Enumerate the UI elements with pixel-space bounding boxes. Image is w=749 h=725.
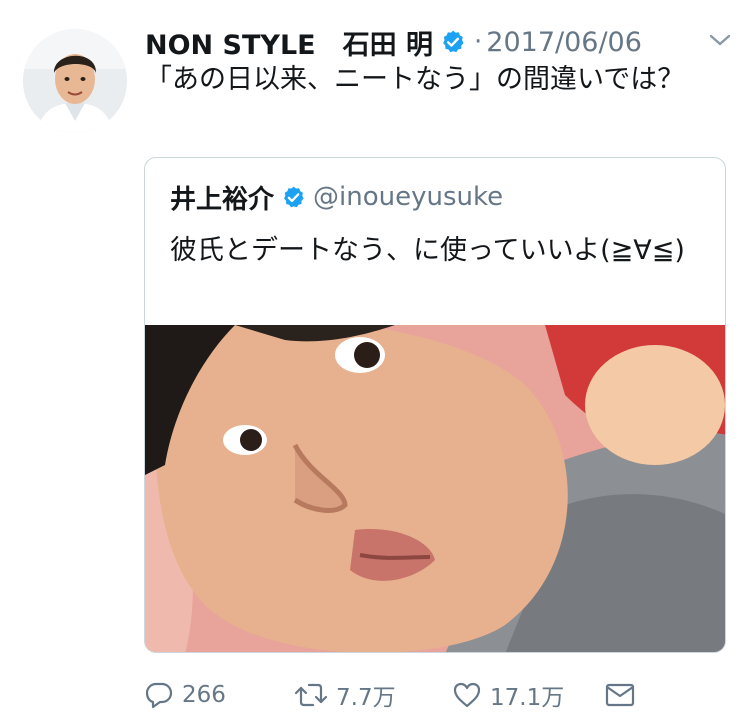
heart-icon (453, 682, 481, 708)
quoted-author-name: 井上裕介 (170, 184, 275, 215)
tweet-header: NON STYLE 石田 明 · 2017/06/06 (145, 23, 701, 62)
envelope-icon (605, 683, 635, 707)
tweet: NON STYLE 石田 明 · 2017/06/06 「あの日以来、ニートなう… (0, 0, 749, 725)
selfie-photo (145, 325, 725, 652)
like-count: 17.1万 (490, 685, 565, 711)
avatar-image (23, 29, 127, 133)
quoted-tweet-header: 井上裕介 @inoueyusuke (170, 180, 504, 215)
verified-badge-icon (284, 186, 304, 207)
direct-message-button[interactable] (604, 675, 636, 715)
like-button[interactable]: 17.1万 (452, 675, 564, 715)
verified-badge-icon (443, 30, 464, 53)
chevron-down-icon[interactable] (709, 33, 731, 47)
retweet-count: 7.7万 (336, 685, 396, 711)
avatar[interactable] (23, 29, 127, 133)
reply-button[interactable]: 266 (144, 675, 226, 715)
meta-separator: · (474, 27, 483, 57)
quoted-handle: @inoueyusuke (313, 182, 504, 212)
reply-count: 266 (182, 682, 226, 708)
tweet-date[interactable]: 2017/06/06 (486, 27, 642, 58)
quoted-tweet-photo[interactable] (145, 325, 725, 652)
tweet-text: 「あの日以来、ニートなう」の間違いでは？ (145, 64, 685, 95)
quoted-tweet[interactable]: 井上裕介 @inoueyusuke 彼氏とデートなう、に使っていいよ(≧∀≦) (144, 157, 726, 653)
action-bar: 266 7.7万 17.1万 (144, 675, 644, 715)
retweet-button[interactable]: 7.7万 (294, 675, 396, 715)
reply-icon (145, 682, 173, 709)
author-name[interactable]: NON STYLE 石田 明 (145, 23, 433, 62)
retweet-icon (294, 683, 328, 707)
quoted-tweet-text: 彼氏とデートなう、に使っていいよ(≧∀≦) (170, 235, 685, 266)
